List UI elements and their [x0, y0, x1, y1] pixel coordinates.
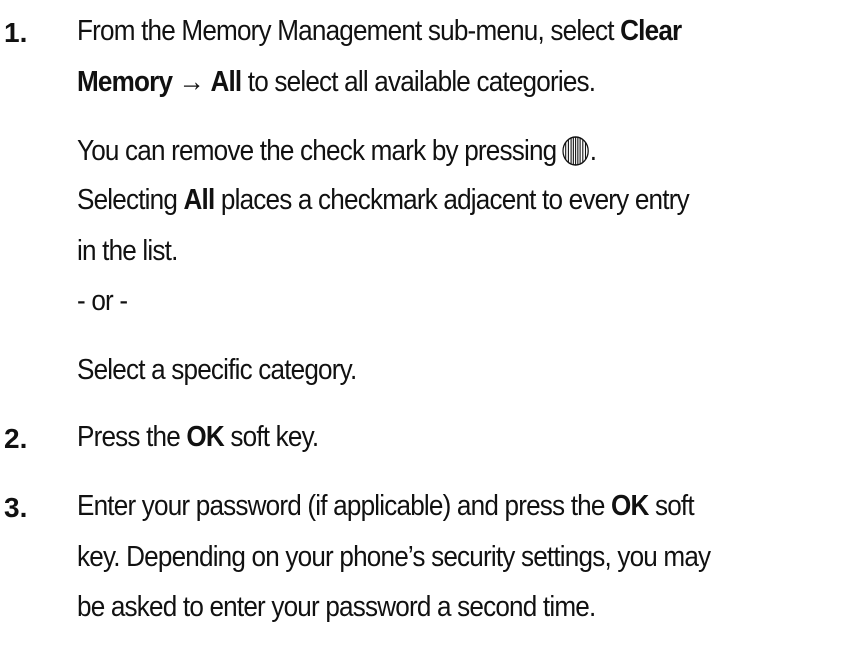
step-3-text-b: soft: [648, 490, 695, 522]
step-1-note: You can remove the check mark by pressin…: [77, 135, 597, 167]
step-1-clear-bold: Clear: [620, 15, 682, 47]
step-2-text-b: soft key.: [223, 421, 319, 453]
step-1-note-period: .: [589, 135, 597, 167]
step-3-text-a: Enter your password (if applicable) and …: [77, 490, 611, 522]
step-1-line-1: From the Memory Management sub-menu, sel…: [77, 15, 682, 47]
step-3-line-1: Enter your password (if applicable) and …: [77, 490, 695, 522]
step-3-number: 3.: [4, 492, 28, 523]
step-1-line-2-text: to select all available categories.: [241, 66, 596, 98]
arrow-right-icon: →: [178, 66, 205, 98]
step-1-number: 1.: [4, 17, 28, 48]
step-1-detail-line-2: in the list.: [77, 235, 178, 267]
step-1-memory-bold: Memory: [77, 66, 173, 98]
step-1-alternative: Select a specific category.: [77, 354, 357, 386]
step-1-note-text: You can remove the check mark by pressin…: [77, 135, 557, 167]
step-1-line-2: Memory → All to select all available cat…: [77, 66, 596, 98]
step-1-detail-text-b: places a checkmark adjacent to every ent…: [214, 184, 690, 216]
step-1-detail-all-bold: All: [183, 184, 216, 216]
navigation-key-icon-graphic: [562, 136, 589, 166]
step-2-text-a: Press the: [77, 421, 187, 453]
step-2-number: 2.: [4, 423, 28, 454]
step-1-detail-line-1: Selecting All places a checkmark adjacen…: [77, 184, 690, 216]
step-3-line-2: key. Depending on your phone’s security …: [77, 541, 711, 573]
step-1-all-bold: All: [210, 66, 242, 98]
instructions-page: 1. From the Memory Management sub-menu, …: [0, 0, 865, 663]
step-1-or-separator: - or -: [77, 285, 128, 317]
step-1-line-1-text: From the Memory Management sub-menu, sel…: [77, 15, 621, 47]
step-2-ok-bold: OK: [186, 421, 224, 453]
step-3-ok-bold: OK: [610, 490, 649, 522]
step-2-line: Press the OK soft key.: [77, 421, 319, 453]
step-3-line-3: be asked to enter your password a second…: [77, 591, 596, 623]
step-1-detail-text-a: Selecting: [77, 184, 184, 216]
navigation-key-icon: [562, 136, 589, 166]
